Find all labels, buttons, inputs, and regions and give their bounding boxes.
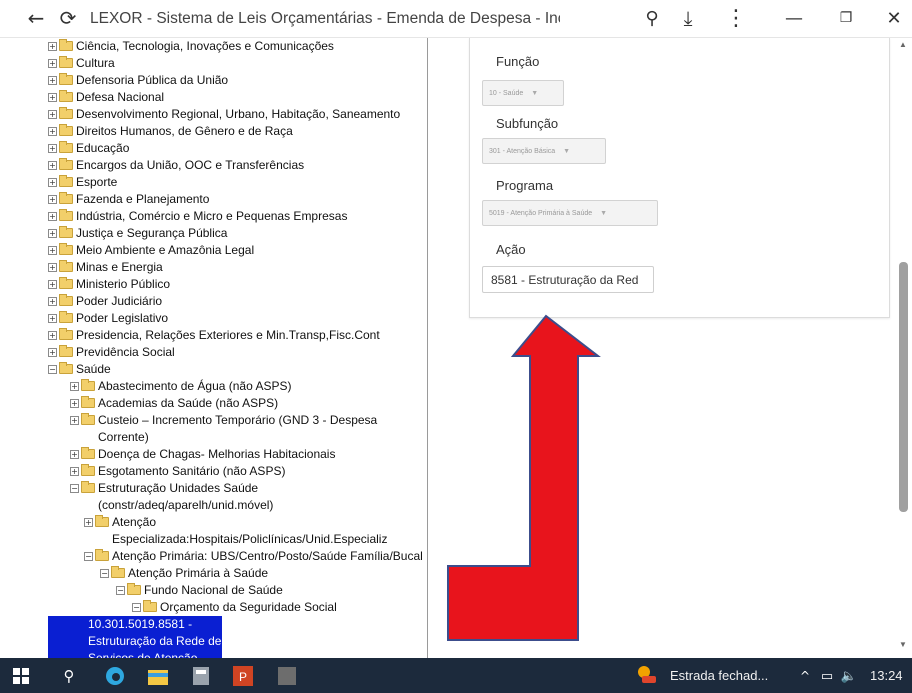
traffic-alert-icon[interactable] <box>636 665 658 687</box>
volume-icon[interactable]: 🔈 <box>838 665 860 687</box>
taskbar: ⚲ P Estrada fechad... ^ ▭ 🔈 13:24 <box>0 658 912 693</box>
windows-start-icon[interactable] <box>10 665 32 687</box>
news-tray-text[interactable]: Estrada fechad... <box>670 668 768 683</box>
edge-icon[interactable] <box>104 665 126 687</box>
file-explorer-icon[interactable] <box>147 665 169 687</box>
calculator-icon[interactable] <box>190 665 212 687</box>
powerpoint-icon[interactable]: P <box>232 665 254 687</box>
search-icon[interactable]: ⚲ <box>58 665 80 687</box>
annotation-arrow-shape <box>447 314 601 641</box>
app-icon[interactable] <box>276 665 298 687</box>
network-icon[interactable]: ▭ <box>816 665 838 687</box>
clock-time[interactable]: 13:24 <box>870 668 903 683</box>
annotation-arrow <box>447 314 601 641</box>
chevron-up-icon[interactable]: ^ <box>794 665 816 687</box>
svg-text:P: P <box>239 670 247 684</box>
